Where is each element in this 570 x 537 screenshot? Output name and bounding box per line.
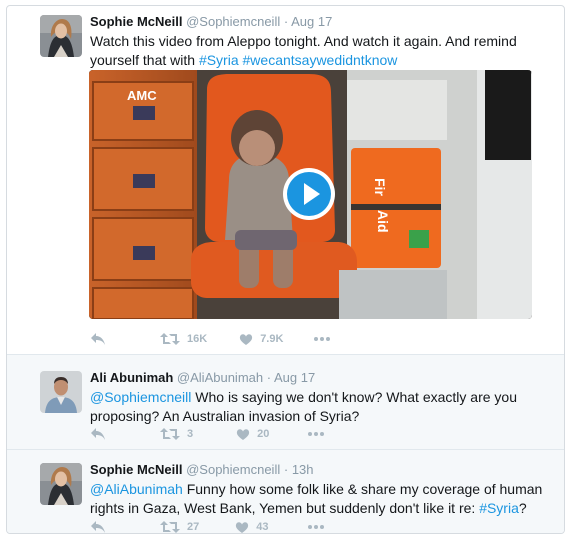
more-icon [314,337,331,341]
tweet-header: Sophie McNeill @Sophiemcneill · Aug 17 [90,13,550,31]
like-count: 7.9K [260,333,284,345]
retweet-count: 3 [187,428,194,440]
timestamp[interactable]: Aug 17 [291,14,332,29]
conversation-thread: Sophie McNeill @Sophiemcneill · Aug 17 W… [6,5,565,534]
reply-button[interactable] [90,427,106,441]
tweet-actions: 27 43 [90,518,325,533]
tweet[interactable]: Sophie McNeill @Sophiemcneill · Aug 17 W… [7,6,564,354]
more-icon [308,432,325,436]
more-button[interactable] [307,431,325,437]
play-button[interactable] [283,168,335,220]
tweet-text-end: ? [518,500,527,516]
separator-dot: · [283,14,289,29]
timestamp[interactable]: Aug 17 [274,370,315,385]
like-button[interactable]: 7.9K [239,333,283,346]
author-handle[interactable]: @Sophiemcneill [186,14,280,29]
video-media[interactable]: AMC Fir Aid [89,70,532,319]
heart-icon [236,521,249,533]
like-count: 20 [257,428,270,440]
tweet-header: Ali Abunimah @AliAbunimah · Aug 17 [90,369,550,387]
reply-icon [91,428,105,440]
mention-link[interactable]: @AliAbunimah [90,481,183,497]
tweet-text: @Sophiemcneill Who is saying we don't kn… [90,388,550,426]
heart-icon [240,333,253,345]
separator-dot: · [266,370,272,385]
tweet[interactable]: Sophie McNeill @Sophiemcneill · 13h @Ali… [7,449,564,533]
retweet-button[interactable]: 16K [160,332,207,346]
hashtag-link[interactable]: #wecantsaywedidntknow [243,52,398,68]
author-handle[interactable]: @AliAbunimah [177,370,263,385]
more-button[interactable] [313,336,331,342]
mention-link[interactable]: @Sophiemcneill [90,389,191,405]
hashtag-link[interactable]: #Syria [199,52,239,68]
tweet-content: Sophie McNeill @Sophiemcneill · 13h @Ali… [90,461,550,518]
reply-button[interactable] [90,520,106,533]
reply-button[interactable] [90,332,106,346]
more-icon [307,525,324,529]
play-icon [304,183,320,205]
author-handle[interactable]: @Sophiemcneill [186,462,280,477]
tweet-content: Sophie McNeill @Sophiemcneill · Aug 17 W… [90,13,550,70]
retweet-icon [160,333,180,345]
retweet-button[interactable]: 3 [160,427,193,441]
tweet-header: Sophie McNeill @Sophiemcneill · 13h [90,461,550,479]
avatar[interactable] [40,371,82,413]
tweet-content: Ali Abunimah @AliAbunimah · Aug 17 @Soph… [90,369,550,426]
sign-text-right: Aid [375,210,391,233]
retweet-count: 27 [187,521,200,533]
avatar[interactable] [40,15,82,57]
sign-text-left: Fir [372,178,388,196]
reply-icon [91,521,105,533]
retweet-button[interactable]: 27 [160,520,200,533]
tweet-text: @AliAbunimah Funny how some folk like & … [90,480,550,518]
timestamp[interactable]: 13h [292,462,314,477]
author-name[interactable]: Sophie McNeill [90,462,182,477]
more-button[interactable] [307,524,325,530]
tweet-actions: 16K 7.9K [90,330,331,348]
heart-icon [237,428,250,440]
tweet-actions: 3 20 [90,425,325,443]
tweet-text: Watch this video from Aleppo tonight. An… [90,32,550,70]
hashtag-link[interactable]: #Syria [479,500,519,516]
tweet[interactable]: Ali Abunimah @AliAbunimah · Aug 17 @Soph… [7,354,564,449]
retweet-count: 16K [187,333,208,345]
retweet-icon [160,521,180,533]
like-count: 43 [256,521,269,533]
avatar[interactable] [40,463,82,505]
author-name[interactable]: Sophie McNeill [90,14,182,29]
like-button[interactable]: 43 [235,521,269,533]
retweet-icon [160,428,180,440]
author-name[interactable]: Ali Abunimah [90,370,173,385]
reply-icon [91,333,105,345]
separator-dot: · [283,462,289,477]
like-button[interactable]: 20 [236,428,269,441]
channel-logo: AMC [127,88,157,103]
